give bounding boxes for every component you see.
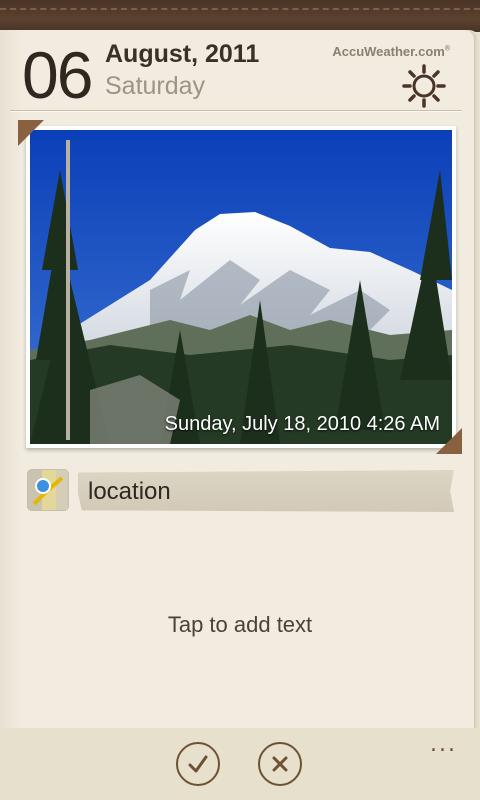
close-icon	[272, 756, 288, 772]
check-icon	[188, 755, 208, 773]
stitching	[0, 8, 480, 10]
photo-caption: Sunday, July 18, 2010 4:26 AM	[164, 413, 440, 435]
app-bar	[0, 728, 480, 800]
more-label: ...	[430, 732, 457, 757]
leather-strap	[0, 0, 480, 32]
location-label[interactable]: location	[88, 478, 171, 506]
photo[interactable]: Sunday, July 18, 2010 4:26 AM	[30, 130, 452, 444]
header-divider	[10, 110, 462, 111]
map-icon[interactable]	[26, 468, 70, 512]
photo-corner-bottom-right	[436, 428, 462, 454]
date-day: 06	[22, 38, 93, 112]
add-text-prompt[interactable]: Tap to add text	[0, 612, 480, 638]
date-month-year: August, 2011	[105, 40, 260, 68]
weather-brand-label: AccuWeather.com	[332, 44, 445, 59]
cancel-button[interactable]	[258, 742, 302, 786]
date-weekday: Saturday	[105, 72, 206, 100]
photo-corner-top-left	[18, 120, 44, 146]
weather-brand: AccuWeather.com®	[332, 44, 450, 59]
sun-icon[interactable]	[402, 64, 446, 108]
photo-frame[interactable]: Sunday, July 18, 2010 4:26 AM	[26, 126, 456, 448]
more-icon[interactable]: ...	[430, 734, 457, 756]
confirm-button[interactable]	[176, 742, 220, 786]
